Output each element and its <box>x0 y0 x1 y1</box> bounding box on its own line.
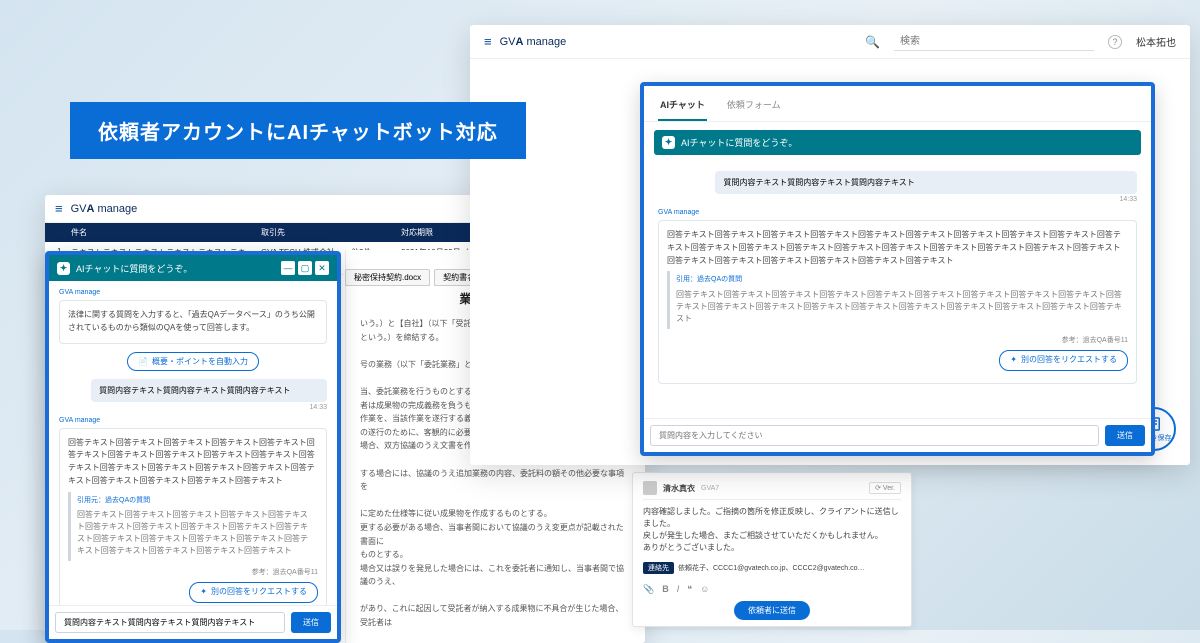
search-icon[interactable]: 🔍 <box>865 35 880 49</box>
tab-ai-chat[interactable]: AIチャット <box>658 94 707 121</box>
search-input-right[interactable] <box>894 33 1094 51</box>
ai-answer: 回答テキスト回答テキスト回答テキスト回答テキスト回答テキスト回答テキスト回答テキ… <box>658 220 1137 384</box>
cc-value: 依頼花子、CCCC1@gvatech.co.jp、CCCC2@gvatech.c… <box>678 563 865 573</box>
quote-icon[interactable]: ❝ <box>687 584 692 595</box>
timestamp: 14:33 <box>658 196 1137 203</box>
request-another-button[interactable]: ✦ 別の回答をリクエストする <box>189 582 318 603</box>
reply-body: 内容確認しました。ご指摘の箇所を修正反映し、クライアントに送信しました。 戻しが… <box>643 506 901 554</box>
ai-chat-header: ✦ AIチャットに質問をどうぞ。 — ▢ ✕ <box>49 255 337 281</box>
bold-icon[interactable]: B <box>662 584 669 595</box>
quote-label: 引用：過去QAの質問 <box>676 275 1122 286</box>
emoji-icon[interactable]: ☺ <box>700 584 709 595</box>
reference-note: 参考：過去QA番号11 <box>667 335 1128 346</box>
tab-request-form[interactable]: 依頼フォーム <box>725 94 783 121</box>
hamburger-icon[interactable]: ≡ <box>484 34 492 49</box>
attach-icon[interactable]: 📎 <box>643 584 654 595</box>
intro-message: 法律に関する質問を入力すると、「過去QAデータベース」のうち公開されているものか… <box>59 300 327 344</box>
user-name[interactable]: 松本拓也 <box>1136 34 1176 49</box>
expand-icon[interactable]: ▢ <box>298 261 312 275</box>
sender-meta: GVA manage <box>59 289 327 296</box>
avatar <box>643 481 657 495</box>
col-client: 取引先 <box>257 227 347 238</box>
italic-icon[interactable]: I <box>677 584 680 595</box>
chat-icon: ✦ <box>662 136 675 149</box>
version-chip[interactable]: ⟳ Ver. <box>869 482 901 494</box>
reply-panel: 清水真衣 GVA7 ⟳ Ver. 内容確認しました。ご指摘の箇所を修正反映し、ク… <box>632 472 912 627</box>
ai-chat-panel-left: ✦ AIチャットに質問をどうぞ。 — ▢ ✕ GVA manage 法律に関する… <box>45 251 341 643</box>
auto-summary-button[interactable]: 📄 概要・ポイントを自動入力 <box>127 352 259 371</box>
request-another-button[interactable]: ✦ 別の回答をリクエストする <box>999 350 1128 371</box>
doc-tab[interactable]: 秘密保持契約.docx <box>345 269 430 286</box>
user-message: 質問内容テキスト質問内容テキスト質問内容テキスト <box>715 171 1137 194</box>
close-icon[interactable]: ✕ <box>315 261 329 275</box>
hamburger-icon[interactable]: ≡ <box>55 201 63 216</box>
reference-note: 参考：過去QA番号11 <box>68 567 318 578</box>
ai-chat-panel-right: AIチャット 依頼フォーム ✦ AIチャットに質問をどうぞ。 質問内容テキスト質… <box>640 82 1155 456</box>
chat-input-right[interactable] <box>650 425 1099 446</box>
user-message: 質問内容テキスト質問内容テキスト質問内容テキスト <box>91 379 327 402</box>
col-subject: 件名 <box>67 227 257 238</box>
replier-name: 清水真衣 <box>663 483 695 494</box>
quote-label: 引用元：過去QAの質問 <box>77 496 312 507</box>
timestamp: 14:33 <box>59 404 327 411</box>
send-button-right[interactable]: 送信 <box>1105 425 1145 446</box>
app-logo: GVA manage <box>71 203 138 215</box>
feature-banner: 依頼者アカウントにAIチャットボット対応 <box>70 102 526 159</box>
minimize-icon[interactable]: — <box>281 261 295 275</box>
chat-icon: ✦ <box>57 262 70 275</box>
help-icon[interactable]: ? <box>1108 35 1122 49</box>
send-to-client-button[interactable]: 依頼者に送信 <box>734 601 810 620</box>
editor-toolbar: 📎 B I ❝ ☺ <box>643 584 901 595</box>
ai-answer: 回答テキスト回答テキスト回答テキスト回答テキスト回答テキスト回答テキスト回答テキ… <box>59 428 327 605</box>
cc-label: 連絡先 <box>643 562 674 574</box>
app-logo: GVA manage <box>500 36 567 48</box>
